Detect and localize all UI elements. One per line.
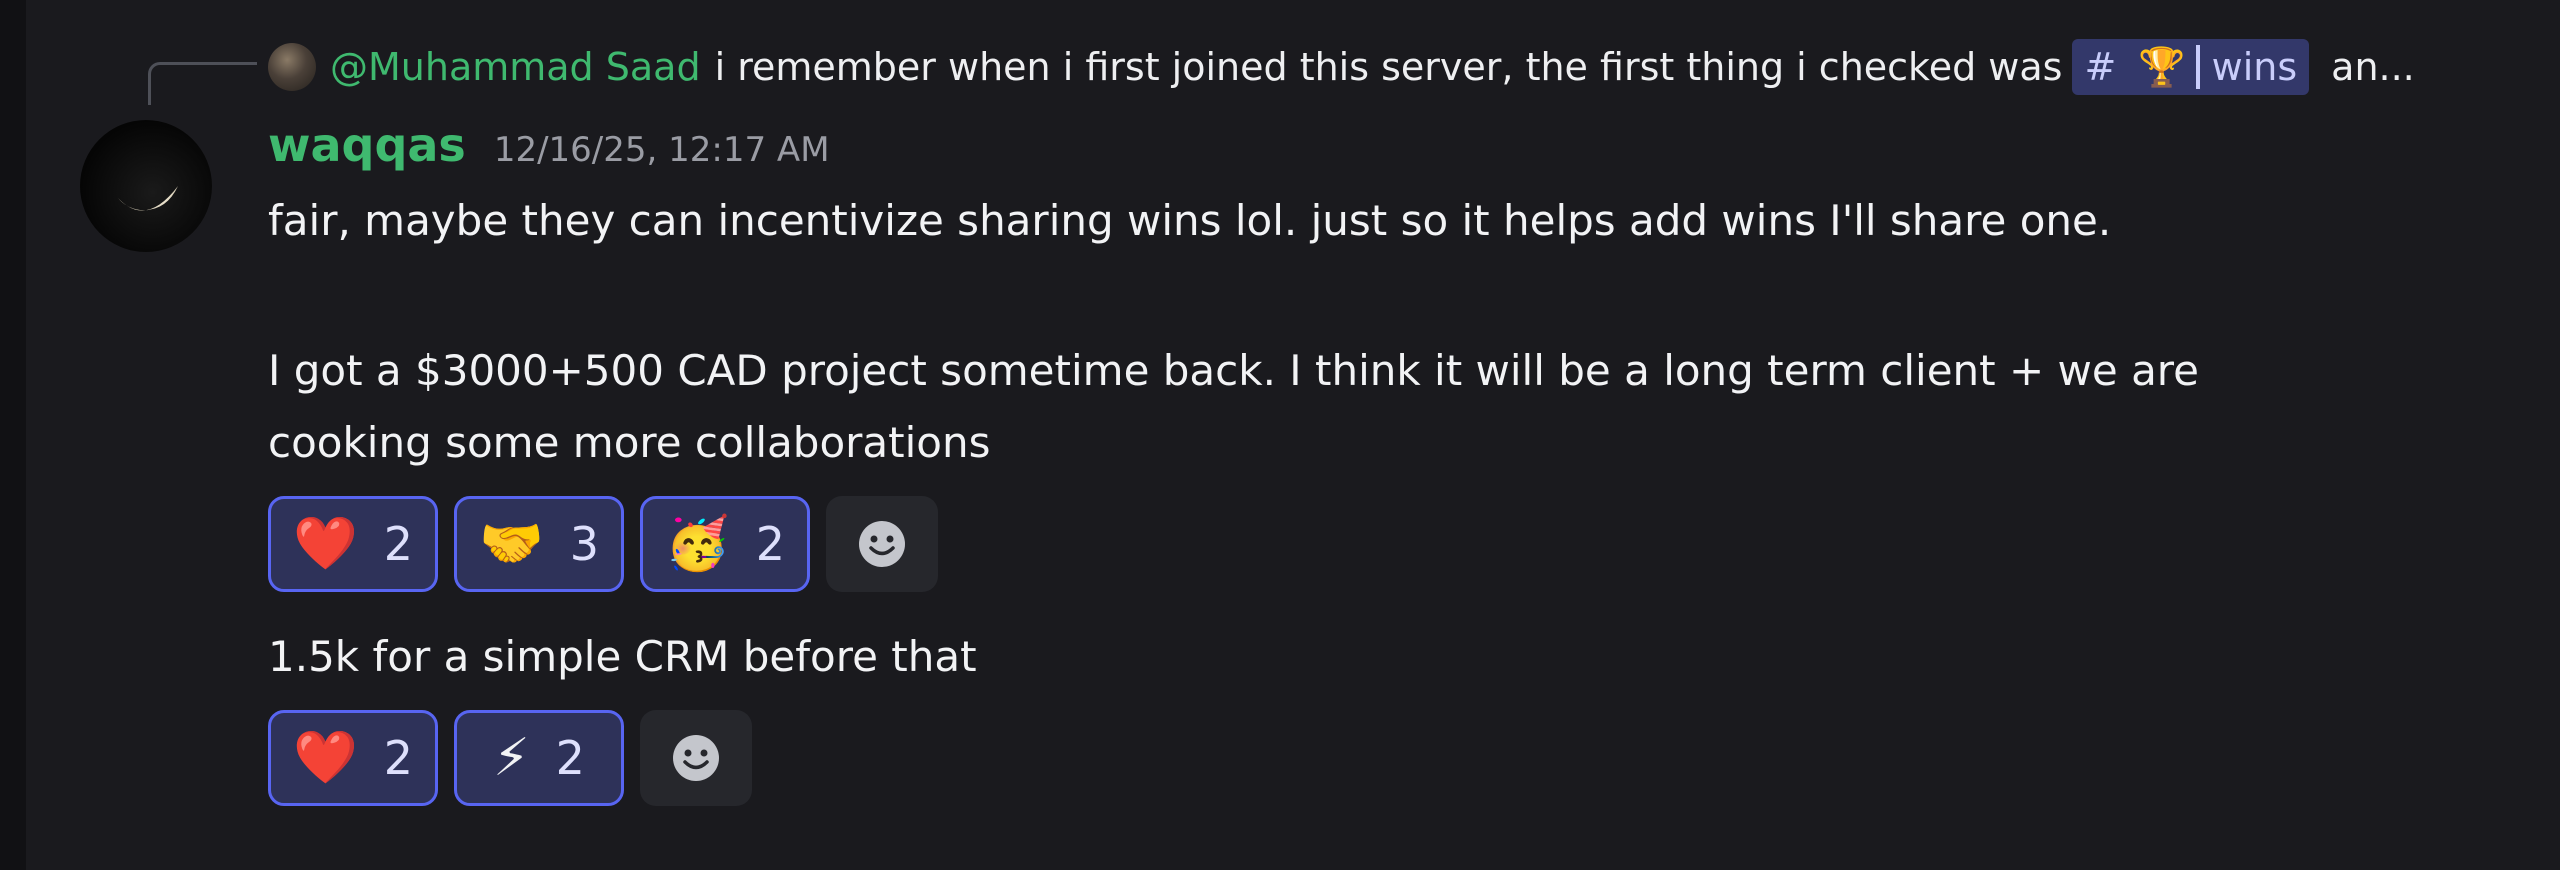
- reaction-bar: ❤️ 2 🤝 3 🥳 2: [268, 496, 938, 592]
- channel-name: wins: [2211, 45, 2298, 89]
- reply-ellipsis: an...: [2331, 45, 2415, 89]
- reply-spine: [148, 62, 257, 105]
- handshake-icon: 🤝: [478, 514, 544, 574]
- channel-mention-wins[interactable]: # 🏆 wins: [2072, 39, 2310, 95]
- reaction-partying-face[interactable]: 🥳 2: [640, 496, 810, 592]
- reaction-handshake[interactable]: 🤝 3: [454, 496, 624, 592]
- reaction-count: 2: [755, 517, 786, 571]
- reaction-heart[interactable]: ❤️ 2: [268, 710, 438, 806]
- add-reaction-button[interactable]: [640, 710, 752, 806]
- heart-icon: ❤️: [292, 728, 358, 788]
- smiley-icon: [859, 521, 905, 567]
- hash-icon: #: [2084, 45, 2117, 89]
- message-header: waqqas 12/16/25, 12:17 AM: [268, 118, 830, 172]
- reply-author-avatar[interactable]: [268, 43, 316, 91]
- reaction-bar: ❤️ 2 ⚡ 2: [268, 710, 752, 806]
- message-line-2: I got a $3000+500 CAD project sometime b…: [268, 346, 2199, 395]
- message-line-1: fair, maybe they can incentivize sharing…: [268, 196, 2112, 245]
- crescent-moon-icon: [118, 186, 178, 211]
- smiley-icon: [673, 735, 719, 781]
- reply-text[interactable]: i remember when i first joined this serv…: [715, 45, 2063, 89]
- message-timestamp[interactable]: 12/16/25, 12:17 AM: [494, 130, 830, 170]
- reply-preview[interactable]: @Muhammad Saad i remember when i first j…: [268, 38, 2518, 96]
- reaction-count: 3: [569, 517, 600, 571]
- reaction-lightning[interactable]: ⚡ 2: [454, 710, 624, 806]
- reaction-heart[interactable]: ❤️ 2: [268, 496, 438, 592]
- reaction-count: 2: [383, 517, 414, 571]
- followup-message: 1.5k for a simple CRM before that: [268, 632, 977, 681]
- reaction-count: 2: [383, 731, 414, 785]
- partying-face-icon: 🥳: [664, 514, 730, 574]
- message-line-3: cooking some more collaborations: [268, 418, 991, 467]
- trophy-icon: 🏆: [2138, 44, 2186, 89]
- avatar[interactable]: [80, 120, 212, 252]
- lightning-icon: ⚡: [493, 728, 530, 788]
- heart-icon: ❤️: [292, 514, 358, 574]
- author-name[interactable]: waqqas: [268, 118, 466, 172]
- reaction-count: 2: [555, 731, 585, 785]
- channel-divider: [2195, 45, 2200, 89]
- add-reaction-button[interactable]: [826, 496, 938, 592]
- reply-author[interactable]: @Muhammad Saad: [330, 45, 701, 89]
- window-edge: [0, 0, 26, 870]
